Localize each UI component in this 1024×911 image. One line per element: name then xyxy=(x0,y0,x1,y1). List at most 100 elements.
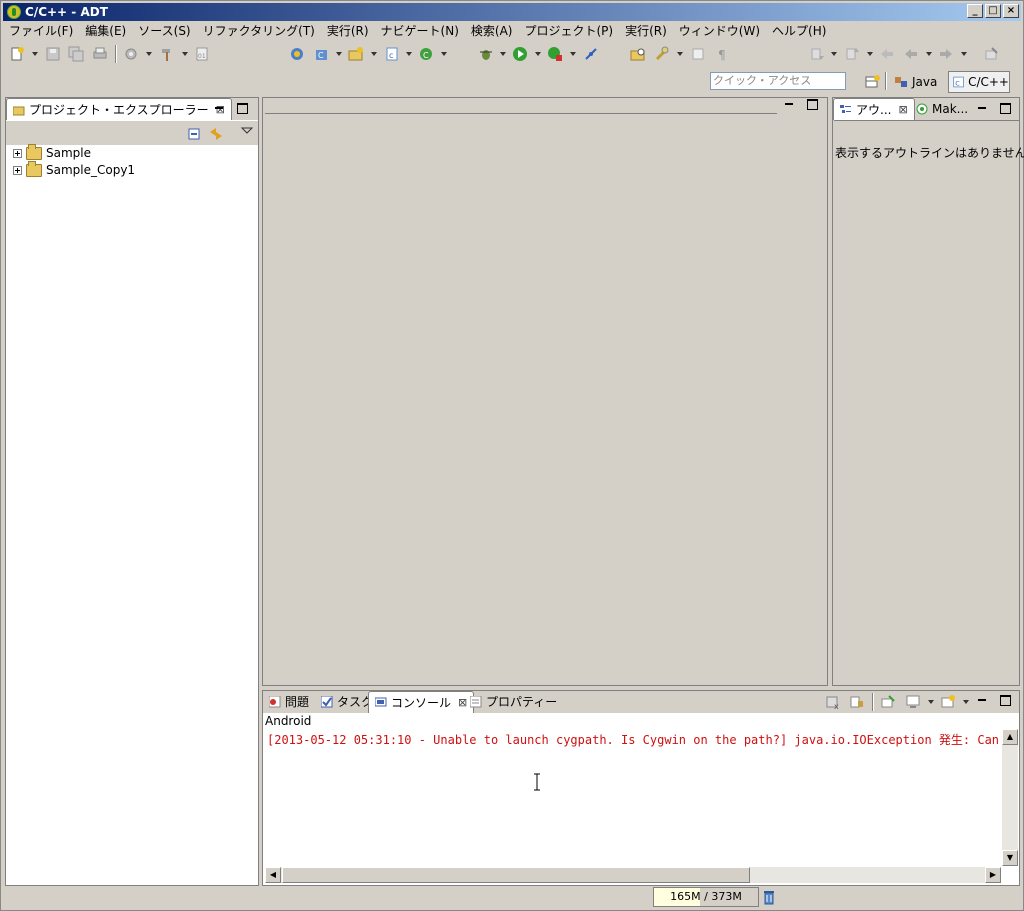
outline-maximize-icon[interactable] xyxy=(999,102,1011,114)
external-tools-dropdown[interactable] xyxy=(570,52,576,56)
menu-file[interactable]: ファイル(F) xyxy=(3,22,79,41)
console-maximize-icon[interactable] xyxy=(999,694,1011,706)
tab-problems[interactable]: 問題 xyxy=(263,691,315,713)
scroll-right-arrow-icon[interactable]: ▶ xyxy=(985,867,1001,883)
open-perspective-icon[interactable] xyxy=(864,74,880,90)
editor-minimize-icon[interactable] xyxy=(783,98,795,110)
display-console-dropdown[interactable] xyxy=(928,700,934,704)
console-minimize-icon[interactable] xyxy=(976,694,988,706)
new-c-file-icon[interactable]: c xyxy=(384,46,400,62)
tab-make-targets[interactable]: Mak... xyxy=(910,98,974,120)
tab-project-explorer[interactable]: プロジェクト・エクスプローラー ⊠ xyxy=(6,98,232,120)
open-type-icon[interactable] xyxy=(630,46,646,62)
editor-maximize-icon[interactable] xyxy=(806,98,818,110)
scroll-lock-icon[interactable] xyxy=(849,694,865,710)
new-class-icon[interactable]: C xyxy=(418,46,434,62)
collapse-all-icon[interactable] xyxy=(186,126,202,142)
pin-editor-icon[interactable] xyxy=(983,46,999,62)
new-file-dropdown[interactable] xyxy=(406,52,412,56)
project-explorer-panel xyxy=(5,97,259,886)
expand-icon[interactable] xyxy=(13,148,22,158)
menu-project[interactable]: プロジェクト(P) xyxy=(518,22,619,41)
profile-icon[interactable] xyxy=(583,46,599,62)
forward-icon[interactable] xyxy=(938,46,954,62)
search-dropdown[interactable] xyxy=(677,52,683,56)
new-class-dropdown[interactable] xyxy=(441,52,447,56)
new-project-dropdown[interactable] xyxy=(336,52,342,56)
build-dropdown[interactable] xyxy=(182,52,188,56)
menu-run-2[interactable]: 実行(R) xyxy=(619,22,673,41)
outline-minimize-icon[interactable] xyxy=(976,102,988,114)
run-icon[interactable] xyxy=(512,46,528,62)
pin-console-icon[interactable] xyxy=(880,694,896,710)
scroll-down-arrow-icon[interactable]: ▼ xyxy=(1002,850,1018,866)
menu-navigate[interactable]: ナビゲート(N) xyxy=(375,22,465,41)
new-dropdown[interactable] xyxy=(32,52,38,56)
back-dropdown[interactable] xyxy=(926,52,932,56)
scroll-up-arrow-icon[interactable]: ▲ xyxy=(1002,729,1018,745)
tab-console[interactable]: コンソール ⊠ xyxy=(368,691,475,713)
scroll-left-arrow-icon[interactable]: ◀ xyxy=(265,867,281,883)
expand-icon[interactable] xyxy=(13,165,22,175)
menu-refactor[interactable]: リファクタリング(T) xyxy=(197,22,321,41)
save-icon[interactable] xyxy=(45,46,61,62)
run-dropdown[interactable] xyxy=(535,52,541,56)
last-edit-icon[interactable] xyxy=(879,46,895,62)
build-config-dropdown[interactable] xyxy=(146,52,152,56)
close-button[interactable]: × xyxy=(1003,4,1019,18)
remove-launch-icon[interactable]: x xyxy=(825,694,841,710)
console-output-line[interactable]: [2013-05-12 05:31:10 - Unable to launch … xyxy=(267,731,1000,748)
display-console-icon[interactable] xyxy=(905,694,921,710)
new-icon[interactable] xyxy=(9,46,25,62)
menu-edit[interactable]: 編集(E) xyxy=(79,22,132,41)
quick-access-input[interactable]: クイック・アクセス xyxy=(710,72,846,90)
close-icon[interactable]: ⊠ xyxy=(898,100,907,120)
horizontal-scroll-thumb[interactable] xyxy=(282,867,750,883)
perspective-java[interactable]: Java xyxy=(893,71,937,93)
maximize-icon[interactable] xyxy=(236,102,248,114)
build-hammer-icon[interactable] xyxy=(159,46,175,62)
build-config-icon[interactable] xyxy=(123,46,139,62)
toggle-mark-icon[interactable] xyxy=(690,46,706,62)
menu-source[interactable]: ソース(S) xyxy=(132,22,196,41)
minimize-button[interactable]: _ xyxy=(967,4,983,18)
sdk-manager-icon[interactable] xyxy=(289,46,305,62)
svg-text:¶: ¶ xyxy=(718,48,726,62)
tree-item[interactable]: Sample xyxy=(13,143,91,161)
prev-annotation-icon[interactable] xyxy=(844,46,860,62)
view-menu-icon[interactable] xyxy=(239,124,255,140)
new-folder-icon[interactable] xyxy=(348,46,364,62)
next-annotation-icon[interactable] xyxy=(809,46,825,62)
search-icon[interactable] xyxy=(654,46,670,62)
menu-help[interactable]: ヘルプ(H) xyxy=(766,22,832,41)
minimize-icon[interactable] xyxy=(213,102,225,114)
debug-dropdown[interactable] xyxy=(500,52,506,56)
tab-properties[interactable]: プロパティー xyxy=(464,691,563,713)
prev-annotation-dropdown[interactable] xyxy=(867,52,873,56)
tree-item[interactable]: Sample_Copy1 xyxy=(13,160,135,178)
svg-text:C: C xyxy=(318,51,324,60)
console-vertical-scrollbar[interactable] xyxy=(1002,729,1018,866)
garbage-collect-icon[interactable] xyxy=(761,889,777,905)
open-console-icon[interactable] xyxy=(940,694,956,710)
back-icon[interactable] xyxy=(903,46,919,62)
heap-status[interactable]: 165M / 373M xyxy=(653,887,759,907)
menu-run-1[interactable]: 実行(R) xyxy=(321,22,375,41)
save-all-icon[interactable] xyxy=(68,46,84,62)
perspective-cpp[interactable]: C C/C++ xyxy=(948,71,1010,93)
forward-dropdown[interactable] xyxy=(961,52,967,56)
open-console-dropdown[interactable] xyxy=(963,700,969,704)
menu-search[interactable]: 検索(A) xyxy=(465,22,519,41)
binary-icon[interactable]: 01 xyxy=(194,46,210,62)
external-tools-icon[interactable] xyxy=(547,46,563,62)
maximize-button[interactable]: □ xyxy=(985,4,1001,18)
next-annotation-dropdown[interactable] xyxy=(831,52,837,56)
new-folder-dropdown[interactable] xyxy=(371,52,377,56)
tab-outline[interactable]: アウ... ⊠ xyxy=(833,98,915,120)
link-with-editor-icon[interactable] xyxy=(208,126,224,142)
print-icon[interactable] xyxy=(92,46,108,62)
new-c-project-icon[interactable]: C xyxy=(314,46,330,62)
menu-window[interactable]: ウィンドウ(W) xyxy=(673,22,766,41)
show-whitespace-icon[interactable]: ¶ xyxy=(714,46,730,62)
debug-icon[interactable] xyxy=(478,46,494,62)
